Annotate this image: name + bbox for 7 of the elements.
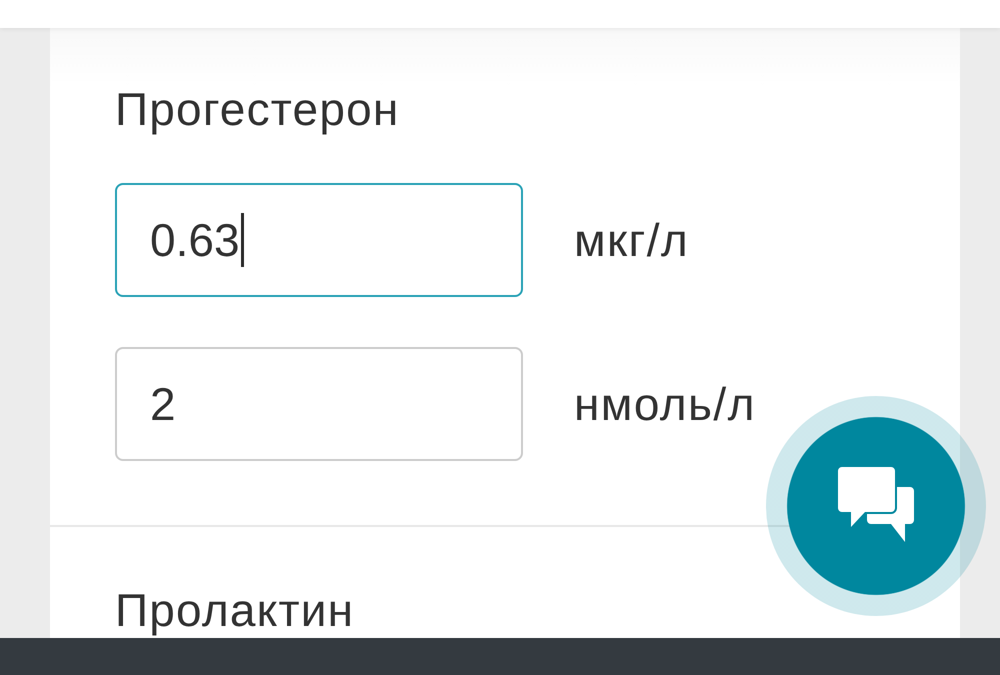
text-cursor-icon bbox=[240, 213, 244, 267]
unit-label: мкг/л bbox=[574, 213, 690, 267]
section-title: Прогестерон bbox=[115, 82, 400, 136]
input-field[interactable]: 0.63 bbox=[115, 183, 523, 297]
input-field[interactable]: 2 bbox=[115, 347, 523, 461]
unit-label: нмоль/л bbox=[574, 377, 756, 431]
section-title: Пролактин bbox=[115, 583, 354, 637]
